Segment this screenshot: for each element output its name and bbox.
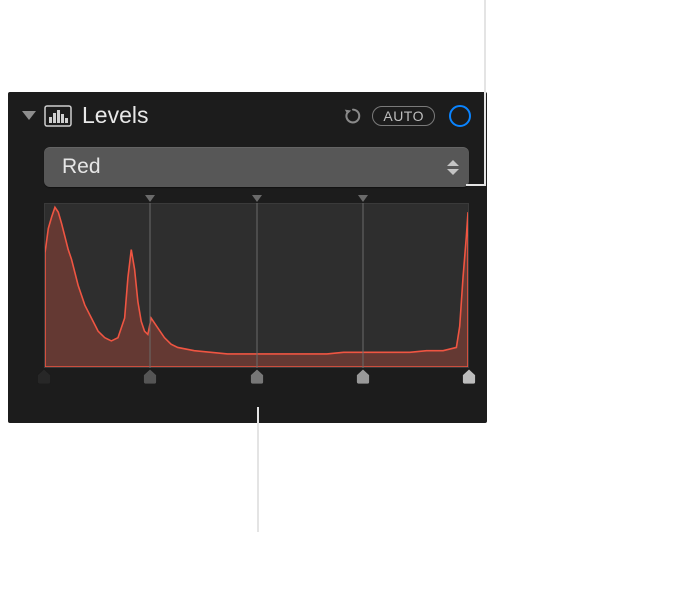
disclosure-triangle-icon[interactable] [22, 111, 36, 120]
updown-chevron-icon [447, 160, 459, 175]
black-point-handle[interactable] [38, 369, 51, 384]
histogram-area [44, 195, 469, 380]
white-point-handle[interactable] [463, 369, 476, 384]
range-top-handle[interactable] [145, 195, 155, 202]
channel-popup-button[interactable]: Red [44, 147, 469, 187]
midtones-handle[interactable] [250, 369, 263, 384]
enable-toggle-icon[interactable] [449, 105, 471, 127]
callout-line [257, 407, 259, 532]
range-top-handle[interactable] [358, 195, 368, 202]
histogram-box [44, 203, 469, 368]
channel-selected-label: Red [62, 155, 101, 179]
panel-header: Levels AUTO [8, 92, 487, 137]
histogram-chart [45, 204, 468, 367]
shadows-handle[interactable] [144, 369, 157, 384]
highlights-handle[interactable] [356, 369, 369, 384]
callout-line [484, 0, 486, 186]
range-top-handle[interactable] [252, 195, 262, 202]
auto-button[interactable]: AUTO [372, 106, 435, 126]
callout-line [466, 184, 486, 186]
levels-panel: Levels AUTO Red [8, 92, 487, 423]
levels-tool-icon [44, 105, 72, 127]
reset-icon[interactable] [342, 105, 364, 127]
panel-title: Levels [82, 102, 334, 129]
